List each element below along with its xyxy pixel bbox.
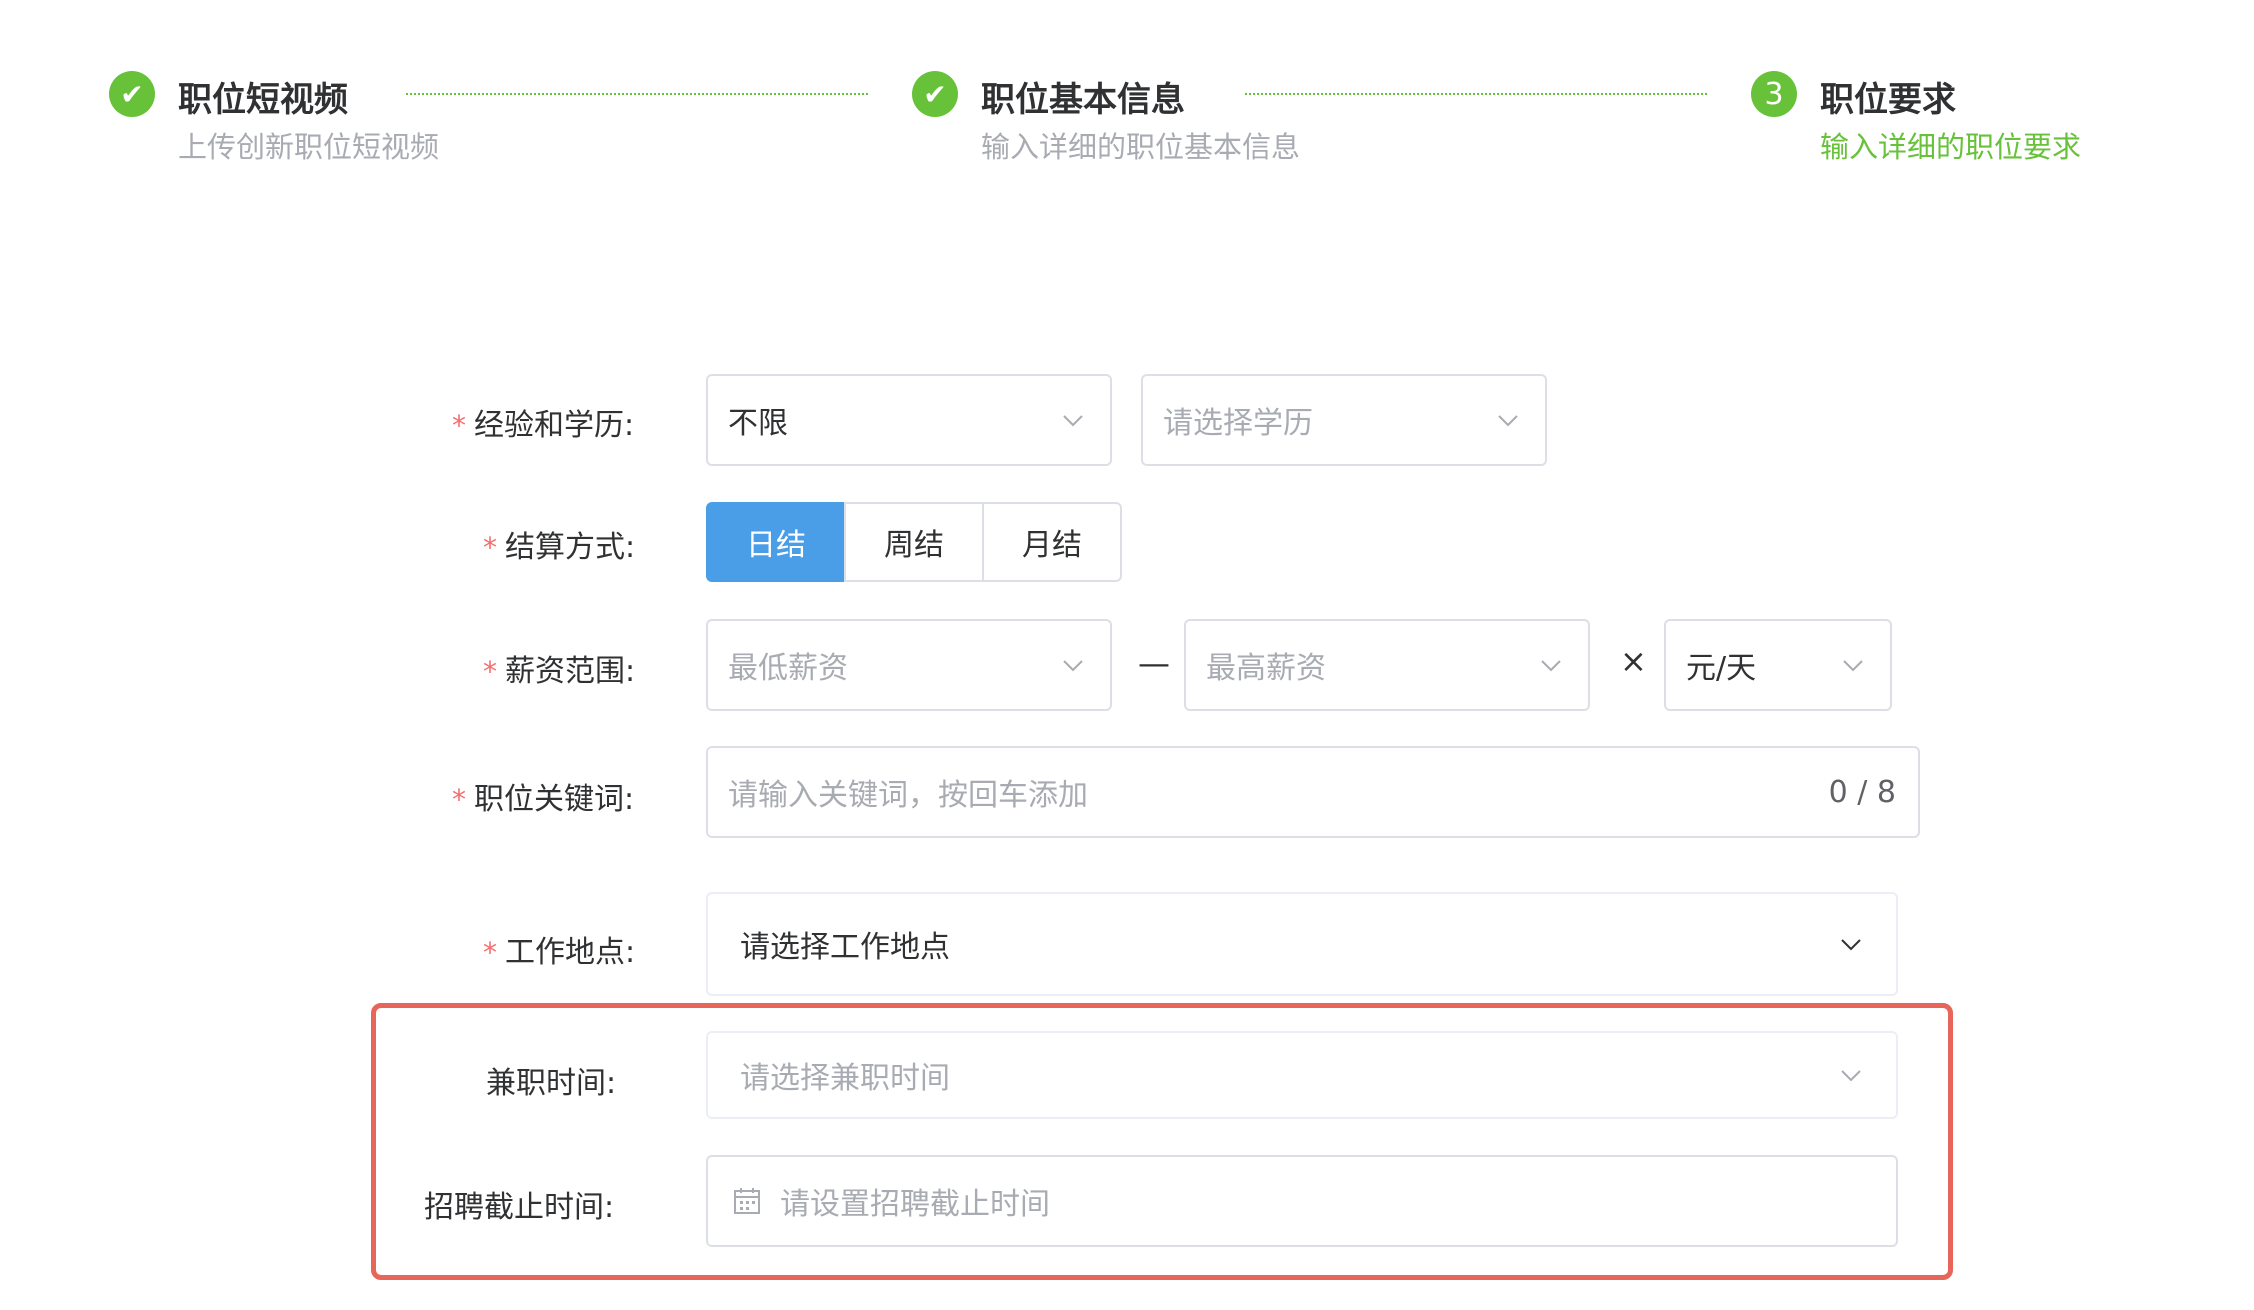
step-1-title: 职位短视频: [178, 80, 348, 120]
keywords-label: * 职位关键词:: [452, 774, 634, 818]
experience-label-text: 经验和学历:: [474, 408, 635, 443]
settlement-radio-group: 日结 周结 月结: [706, 502, 1122, 582]
experience-value: 不限: [728, 406, 788, 441]
chevron-down-icon: [1840, 1064, 1862, 1086]
settlement-monthly-button[interactable]: 月结: [982, 502, 1122, 582]
salary-unit-select[interactable]: 元/天: [1664, 619, 1892, 711]
required-mark: *: [483, 531, 497, 564]
keywords-placeholder: 请输入关键词，按回车添加: [728, 778, 1088, 813]
max-salary-placeholder: 最高薪资: [1206, 651, 1326, 686]
salary-times-sign: ×: [1620, 642, 1647, 680]
min-salary-placeholder: 最低薪资: [728, 651, 848, 686]
settlement-label-text: 结算方式:: [505, 530, 636, 565]
step-3-desc: 输入详细的职位要求: [1820, 130, 2082, 164]
chevron-down-icon: [1497, 409, 1519, 431]
location-value: 请选择工作地点: [740, 930, 950, 965]
salary-label-text: 薪资范围:: [505, 654, 636, 689]
keywords-label-text: 职位关键词:: [474, 782, 635, 817]
education-select[interactable]: 请选择学历: [1141, 374, 1547, 466]
education-placeholder: 请选择学历: [1163, 406, 1313, 441]
step-3-number-icon: 3: [1751, 71, 1797, 117]
settlement-weekly-button[interactable]: 周结: [844, 502, 984, 582]
step-1-connector: [406, 93, 868, 95]
required-mark: *: [483, 655, 497, 688]
parttime-select[interactable]: 请选择兼职时间: [706, 1031, 1898, 1119]
step-1-check-icon: ✔: [109, 71, 155, 117]
parttime-placeholder: 请选择兼职时间: [740, 1061, 950, 1096]
step-1-desc: 上传创新职位短视频: [178, 130, 440, 164]
step-2-check-icon: ✔: [912, 71, 958, 117]
experience-label: * 经验和学历:: [452, 400, 634, 444]
calendar-icon: [732, 1186, 762, 1216]
parttime-label: 兼职时间:: [486, 1066, 617, 1101]
salary-label: * 薪资范围:: [483, 646, 635, 690]
location-label: * 工作地点:: [483, 927, 635, 971]
required-mark: *: [452, 783, 466, 816]
step-2-title: 职位基本信息: [981, 80, 1185, 120]
step-2-connector: [1245, 93, 1707, 95]
experience-select[interactable]: 不限: [706, 374, 1112, 466]
chevron-down-icon: [1842, 654, 1864, 676]
required-mark: *: [452, 409, 466, 442]
deadline-placeholder: 请设置招聘截止时间: [780, 1187, 1050, 1222]
location-select[interactable]: 请选择工作地点: [706, 892, 1898, 996]
max-salary-select[interactable]: 最高薪资: [1184, 619, 1590, 711]
chevron-down-icon: [1062, 654, 1084, 676]
step-3-title: 职位要求: [1820, 80, 1956, 120]
settlement-daily-button[interactable]: 日结: [706, 502, 846, 582]
step-2-desc: 输入详细的职位基本信息: [981, 130, 1301, 164]
chevron-down-icon: [1840, 933, 1862, 955]
chevron-down-icon: [1062, 409, 1084, 431]
required-mark: *: [483, 936, 497, 969]
deadline-date-input[interactable]: 请设置招聘截止时间: [706, 1155, 1898, 1247]
location-label-text: 工作地点:: [505, 935, 636, 970]
min-salary-select[interactable]: 最低薪资: [706, 619, 1112, 711]
keywords-counter: 0 / 8: [1828, 774, 1896, 810]
settlement-label: * 结算方式:: [483, 522, 635, 566]
salary-unit-value: 元/天: [1686, 651, 1757, 686]
salary-range-dash: —: [1138, 644, 1170, 682]
deadline-label: 招聘截止时间:: [424, 1190, 615, 1225]
chevron-down-icon: [1540, 654, 1562, 676]
keywords-input[interactable]: 请输入关键词，按回车添加 0 / 8: [706, 746, 1920, 838]
